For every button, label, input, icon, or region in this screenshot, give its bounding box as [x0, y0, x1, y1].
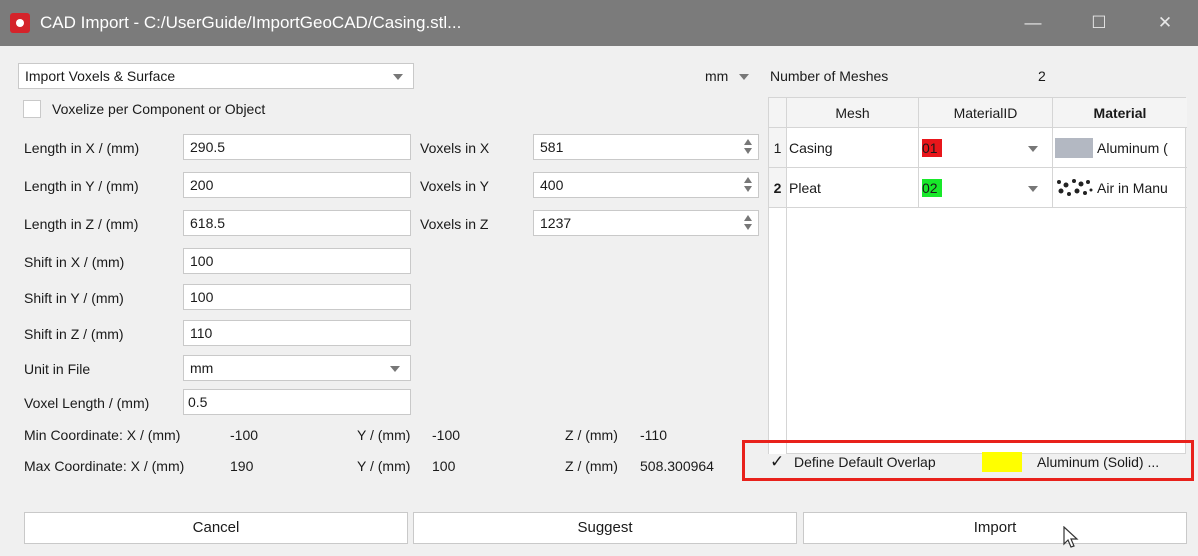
voxels-y-value: 400	[540, 177, 564, 193]
material-cell[interactable]: Aluminum (	[1053, 128, 1187, 168]
min-x-label: Min Coordinate: X / (mm)	[24, 427, 181, 443]
default-overlap-label: Define Default Overlap	[794, 454, 936, 470]
length-x-label: Length in X / (mm)	[24, 140, 140, 156]
material-swatch	[1055, 138, 1093, 158]
default-overlap-material-button[interactable]: Aluminum (Solid) ...	[979, 450, 1175, 474]
voxels-y-label: Voxels in Y	[420, 178, 490, 194]
shift-x-label: Shift in X / (mm)	[24, 254, 125, 270]
import-mode-value: Import Voxels & Surface	[25, 68, 176, 84]
max-z-label: Z / (mm)	[565, 458, 618, 474]
voxels-z-label: Voxels in Z	[420, 216, 489, 232]
column-header-material[interactable]: Material	[1053, 98, 1187, 128]
chevron-down-icon	[1028, 146, 1038, 152]
close-button[interactable]: ✕	[1138, 0, 1192, 46]
chevron-down-icon	[739, 74, 749, 80]
mesh-count-label: Number of Meshes	[770, 68, 889, 84]
spin-arrows-icon[interactable]	[744, 176, 754, 194]
chevron-down-icon	[390, 366, 400, 372]
voxels-x-spinbox[interactable]: 581	[533, 134, 759, 160]
mesh-name-cell[interactable]: Pleat	[787, 168, 919, 208]
material-name: Air in Manu	[1097, 180, 1168, 196]
spin-arrows-icon[interactable]	[744, 214, 754, 232]
maximize-button[interactable]: ☐	[1072, 0, 1126, 46]
table-corner	[769, 98, 787, 128]
mouse-cursor-icon	[1063, 526, 1079, 548]
chevron-down-icon	[1028, 186, 1038, 192]
overlap-color-swatch	[982, 452, 1022, 472]
material-id-chip: 01	[922, 139, 942, 157]
voxelize-label: Voxelize per Component or Object	[52, 101, 266, 117]
shift-y-label: Shift in Y / (mm)	[24, 290, 124, 306]
max-z-value: 508.300964	[640, 458, 714, 474]
row-header[interactable]: 2	[769, 168, 787, 208]
material-id-chip: 02	[922, 179, 942, 197]
max-y-value: 100	[432, 458, 456, 474]
material-name: Aluminum (	[1097, 140, 1168, 156]
voxels-x-label: Voxels in X	[420, 140, 490, 156]
import-button[interactable]: Import	[803, 512, 1187, 544]
cancel-button[interactable]: Cancel	[24, 512, 408, 544]
row-header[interactable]: 1	[769, 128, 787, 168]
default-overlap-checkbox[interactable]: ✓	[770, 452, 784, 472]
length-x-input[interactable]: 290.5	[183, 134, 411, 160]
column-header-materialid[interactable]: MaterialID	[919, 98, 1053, 128]
unit-in-file-select[interactable]: mm	[183, 355, 411, 381]
max-x-label: Max Coordinate: X / (mm)	[24, 458, 185, 474]
min-x-value: -100	[230, 427, 259, 443]
material-id-select[interactable]: 01	[919, 128, 1053, 168]
unit-select[interactable]: mm	[698, 63, 760, 89]
min-y-label: Y / (mm)	[357, 427, 411, 443]
suggest-button[interactable]: Suggest	[413, 512, 797, 544]
title-bar: CAD Import - C:/UserGuide/ImportGeoCAD/C…	[0, 0, 1198, 46]
minimize-button[interactable]: —	[1006, 0, 1060, 46]
voxels-z-spinbox[interactable]: 1237	[533, 210, 759, 236]
shift-y-input[interactable]: 100	[183, 284, 411, 310]
min-z-value: -110	[640, 427, 667, 443]
max-y-label: Y / (mm)	[357, 458, 411, 474]
length-y-input[interactable]: 200	[183, 172, 411, 198]
voxel-length-input[interactable]: 0.5	[183, 389, 411, 415]
max-x-value: 190	[230, 458, 254, 474]
unit-in-file-value: mm	[190, 360, 214, 376]
chevron-down-icon	[393, 74, 403, 80]
mesh-count-value: 2	[1038, 68, 1046, 84]
mesh-table: Mesh MaterialID Material 1 Casing 01 Alu…	[768, 97, 1187, 454]
mesh-name-cell[interactable]: Casing	[787, 128, 919, 168]
window-title: CAD Import - C:/UserGuide/ImportGeoCAD/C…	[40, 13, 462, 32]
app-logo-icon	[10, 13, 30, 33]
air-pattern-icon	[1055, 178, 1093, 198]
unit-in-file-label: Unit in File	[24, 361, 91, 377]
shift-z-input[interactable]: 110	[183, 320, 411, 346]
length-z-label: Length in Z / (mm)	[24, 216, 139, 232]
column-header-mesh[interactable]: Mesh	[787, 98, 919, 128]
min-z-label: Z / (mm)	[565, 427, 618, 443]
length-z-input[interactable]: 618.5	[183, 210, 411, 236]
row-header-strip	[769, 208, 787, 454]
voxels-y-spinbox[interactable]: 400	[533, 172, 759, 198]
voxel-length-label: Voxel Length / (mm)	[24, 395, 150, 411]
voxels-x-value: 581	[540, 139, 564, 155]
unit-value: mm	[705, 68, 729, 84]
voxels-z-value: 1237	[540, 215, 572, 231]
voxelize-checkbox[interactable]	[23, 100, 41, 118]
length-y-label: Length in Y / (mm)	[24, 178, 139, 194]
material-id-select[interactable]: 02	[919, 168, 1053, 208]
material-cell[interactable]: Air in Manu	[1053, 168, 1187, 208]
shift-x-input[interactable]: 100	[183, 248, 411, 274]
overlap-material-name: Aluminum (Solid) ...	[1037, 454, 1160, 470]
import-mode-select[interactable]: Import Voxels & Surface	[18, 63, 414, 89]
shift-z-label: Shift in Z / (mm)	[24, 326, 124, 342]
spin-arrows-icon[interactable]	[744, 138, 754, 156]
min-y-value: -100	[432, 427, 461, 443]
